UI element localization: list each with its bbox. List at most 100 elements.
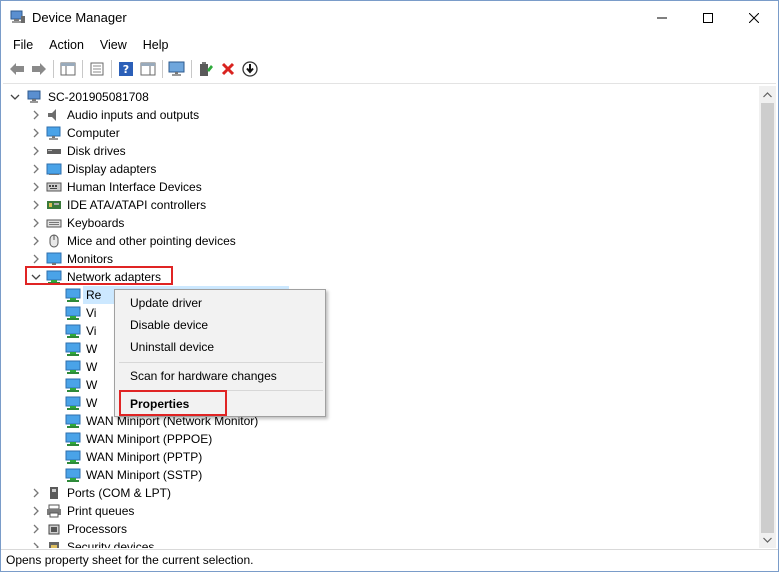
update-driver-icon (200, 62, 213, 76)
chevron-down-icon[interactable] (10, 92, 20, 102)
menu-action[interactable]: Action (41, 35, 92, 55)
tree-item-ports-com-lpt[interactable]: Ports (COM & LPT) (3, 484, 753, 502)
tree-item-audio-inputs-and-outputs[interactable]: Audio inputs and outputs (3, 106, 753, 124)
minimize-icon (657, 17, 667, 18)
chevron-right-icon[interactable] (31, 524, 41, 534)
toolbar-separator (162, 60, 163, 78)
highlight-network-adapters (25, 266, 173, 285)
tree-item-disk-drives[interactable]: Disk drives (3, 142, 753, 160)
forward-button[interactable] (28, 59, 50, 79)
chevron-right-icon[interactable] (31, 488, 41, 498)
scroll-up-button[interactable] (759, 86, 776, 103)
uninstall-button[interactable] (217, 59, 239, 79)
action-pane-button[interactable] (137, 59, 159, 79)
tree-node-label: WAN Miniport (PPTP) (86, 450, 203, 464)
chevron-right-icon[interactable] (31, 110, 41, 120)
menu-bar: File Action View Help (1, 34, 778, 55)
toolbar-separator (53, 60, 54, 78)
tree-root[interactable]: SC-201905081708 (3, 88, 753, 106)
back-button[interactable] (6, 59, 28, 79)
chevron-right-icon[interactable] (31, 542, 41, 548)
show-hide-console-tree-icon (60, 62, 76, 76)
scan-hardware-menu-item[interactable]: Scan for hardware changes (130, 368, 277, 384)
tree-item-keyboards[interactable]: Keyboards (3, 214, 753, 232)
tree-node-label: Print queues (67, 504, 135, 518)
scroll-down-button[interactable] (759, 531, 776, 548)
tree-node-label: Computer (67, 126, 120, 140)
menu-help[interactable]: Help (135, 35, 177, 55)
tree-item-print-queues[interactable]: Print queues (3, 502, 753, 520)
chevron-right-icon[interactable] (31, 200, 41, 210)
port-icon (50, 487, 58, 499)
close-icon (749, 12, 759, 23)
tree-item-computer[interactable]: Computer (3, 124, 753, 142)
computer-icon (46, 126, 61, 140)
monitor-icon (46, 252, 62, 265)
tree-item-mice-and-other-pointing-devices[interactable]: Mice and other pointing devices (3, 232, 753, 250)
tree-node-label: WAN Miniport (PPPOE) (86, 432, 213, 446)
scrollbar-thumb[interactable] (761, 103, 774, 533)
chevron-right-icon[interactable] (31, 182, 41, 192)
network-adapter-icon (65, 396, 81, 410)
properties-button[interactable] (86, 59, 108, 79)
chevron-right-icon[interactable] (31, 146, 41, 156)
tree-item-human-interface-devices[interactable]: Human Interface Devices (3, 178, 753, 196)
uninstall-device-menu-item[interactable]: Uninstall device (130, 339, 214, 355)
toolbar-separator (82, 60, 83, 78)
vertical-scrollbar[interactable] (759, 86, 776, 548)
mouse-icon (49, 234, 59, 248)
close-button[interactable] (731, 1, 777, 34)
tree-node-label: Processors (67, 522, 128, 536)
network-adapter-icon (65, 378, 81, 392)
scan-hardware-button[interactable] (166, 59, 188, 79)
action-pane-icon (140, 62, 156, 76)
chevron-right-icon[interactable] (31, 236, 41, 246)
back-icon (10, 63, 24, 75)
tree-node-label: W (86, 396, 98, 410)
help-icon: ? (119, 62, 133, 76)
tree-item-processors[interactable]: Processors (3, 520, 753, 538)
tree-node-label: Display adapters (67, 162, 157, 176)
tree-node-label: Vi (86, 306, 97, 320)
tree-node-label: Disk drives (67, 144, 126, 158)
disable-icon (242, 61, 258, 77)
disable-button[interactable] (239, 59, 261, 79)
uninstall-icon (221, 62, 235, 76)
tree-item-security-devices[interactable]: Security devices (3, 538, 753, 548)
chevron-right-icon[interactable] (31, 254, 41, 264)
tree-node-label: IDE ATA/ATAPI controllers (67, 198, 207, 212)
tree-item-display-adapters[interactable]: Display adapters (3, 160, 753, 178)
tree-node-label: W (86, 360, 98, 374)
show-hide-console-tree-button[interactable] (57, 59, 79, 79)
tree-node-label: Vi (86, 324, 97, 338)
network-adapter-item[interactable]: WAN Miniport (PPPOE) (3, 430, 753, 448)
help-button[interactable]: ? (115, 59, 137, 79)
tree-node-label: Mice and other pointing devices (67, 234, 236, 248)
disable-device-menu-item[interactable]: Disable device (130, 317, 208, 333)
display-adapter-icon (46, 163, 62, 175)
ide-controller-icon (47, 201, 61, 209)
menu-file[interactable]: File (5, 35, 41, 55)
chevron-up-icon (763, 91, 772, 97)
tree-node-label: Re (86, 288, 102, 302)
tree-node-label: W (86, 342, 98, 356)
network-adapter-icon (65, 450, 81, 464)
network-adapter-icon (65, 414, 81, 428)
keyboard-icon (46, 219, 62, 228)
network-adapter-item[interactable]: WAN Miniport (PPTP) (3, 448, 753, 466)
chevron-right-icon[interactable] (31, 506, 41, 516)
chevron-right-icon[interactable] (31, 218, 41, 228)
minimize-button[interactable] (639, 1, 685, 34)
network-adapter-item[interactable]: WAN Miniport (SSTP) (3, 466, 753, 484)
chevron-right-icon[interactable] (31, 128, 41, 138)
forward-icon (32, 63, 46, 75)
toolbar-separator (111, 60, 112, 78)
menu-view[interactable]: View (92, 35, 135, 55)
update-driver-menu-item[interactable]: Update driver (130, 295, 202, 311)
tree-node-label: Security devices (67, 540, 155, 548)
network-adapter-icon (65, 324, 81, 338)
chevron-right-icon[interactable] (31, 164, 41, 174)
tree-item-ide-ata-atapi-controllers[interactable]: IDE ATA/ATAPI controllers (3, 196, 753, 214)
update-driver-button[interactable] (195, 59, 217, 79)
maximize-button[interactable] (685, 1, 731, 34)
